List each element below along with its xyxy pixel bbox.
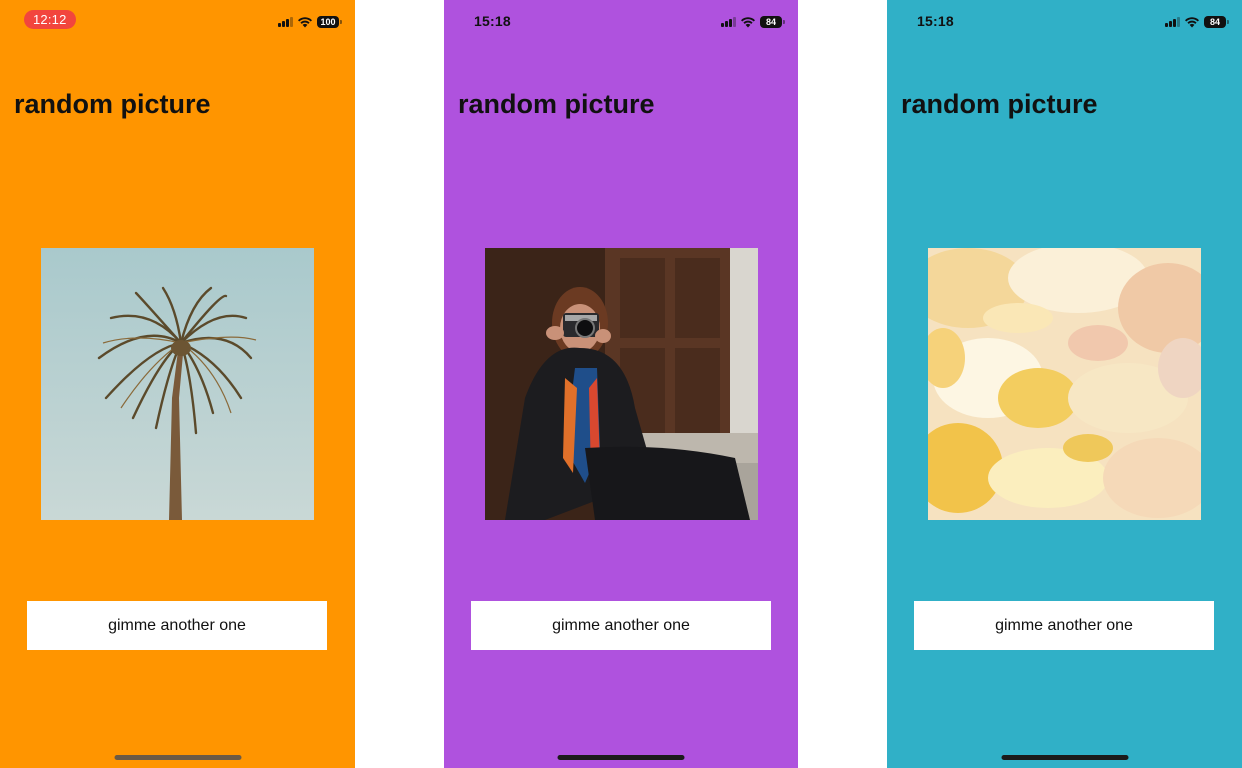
home-indicator[interactable]	[1001, 755, 1128, 760]
status-icons: 100	[278, 15, 342, 29]
battery-icon: 84	[1204, 16, 1229, 28]
cellular-signal-icon	[278, 17, 293, 27]
home-indicator[interactable]	[557, 755, 685, 760]
cellular-signal-icon	[721, 17, 736, 27]
page-title: random picture	[14, 89, 211, 119]
cellular-signal-icon	[1165, 17, 1180, 27]
phone-screen-purple: 15:18 84 random picture gimme another on…	[444, 0, 798, 768]
status-time: 12:12	[24, 10, 76, 29]
wifi-icon	[740, 16, 756, 28]
status-time: 15:18	[917, 13, 954, 29]
home-indicator[interactable]	[114, 755, 242, 760]
page-title: random picture	[901, 89, 1098, 119]
gimme-another-button[interactable]: gimme another one	[914, 601, 1214, 650]
gimme-another-button[interactable]: gimme another one	[471, 601, 771, 650]
random-picture-image	[41, 248, 314, 520]
status-bar: 15:18 84	[444, 0, 798, 40]
status-time: 15:18	[474, 13, 511, 29]
random-picture-image	[928, 248, 1201, 520]
gimme-another-button[interactable]: gimme another one	[27, 601, 327, 650]
status-bar: 15:18 84	[887, 0, 1242, 40]
phone-screen-orange: 12:12 100 random picture gimme another o…	[0, 0, 355, 768]
wifi-icon	[297, 16, 313, 28]
status-icons: 84	[1165, 15, 1229, 29]
battery-icon: 84	[760, 16, 785, 28]
status-bar: 12:12 100	[0, 0, 355, 40]
wifi-icon	[1184, 16, 1200, 28]
status-icons: 84	[721, 15, 785, 29]
random-picture-image	[485, 248, 758, 520]
phone-screen-teal: 15:18 84 random picture gimme another on…	[887, 0, 1242, 768]
page-title: random picture	[458, 89, 655, 119]
battery-icon: 100	[317, 16, 342, 28]
